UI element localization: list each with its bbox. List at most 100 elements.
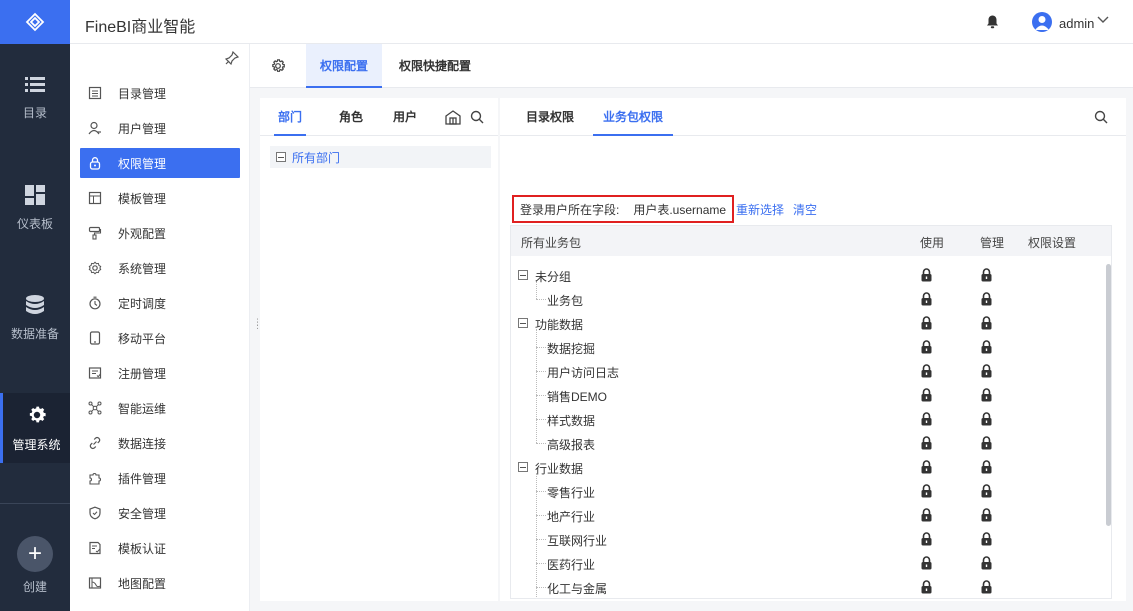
create-button[interactable]: + 创建 <box>0 536 70 595</box>
tab-business-package-permission[interactable]: 业务包权限 <box>593 98 674 136</box>
mobile-icon <box>88 331 102 345</box>
tab-permission-quick-config[interactable]: 权限快捷配置 <box>399 44 471 88</box>
department-structure-icon[interactable] <box>445 110 461 125</box>
table-header: 所有业务包 使用 管理 权限设置 <box>511 226 1111 256</box>
app-logo[interactable] <box>0 0 70 44</box>
manage-lock-icon[interactable] <box>981 436 992 453</box>
use-lock-icon[interactable] <box>921 388 932 405</box>
rail-item-data-prep[interactable]: 数据准备 <box>0 283 70 353</box>
app-title: FineBI商业智能 <box>85 19 196 36</box>
use-lock-icon[interactable] <box>921 292 932 309</box>
table-row[interactable]: 高级报表 <box>511 431 1101 455</box>
user-name[interactable]: admin <box>1059 16 1094 31</box>
manage-lock-icon[interactable] <box>981 556 992 573</box>
use-lock-icon[interactable] <box>921 412 932 429</box>
permission-panel: 目录权限 业务包权限 登录用户所在字段: 用户表.username 重新选择 清… <box>500 98 1126 601</box>
rail-item-catalog[interactable]: 目录 <box>0 63 70 133</box>
manage-lock-icon[interactable] <box>981 412 992 429</box>
use-lock-icon[interactable] <box>921 556 932 573</box>
manage-lock-icon[interactable] <box>981 316 992 333</box>
use-lock-icon[interactable] <box>921 340 932 357</box>
use-lock-icon[interactable] <box>921 460 932 477</box>
avatar[interactable] <box>1032 12 1052 32</box>
use-lock-icon[interactable] <box>921 580 932 597</box>
use-lock-icon[interactable] <box>921 484 932 501</box>
group-row[interactable]: 行业数据 <box>511 455 1101 479</box>
menu-item-12[interactable]: 插件管理 <box>80 463 240 493</box>
manage-lock-icon[interactable] <box>981 532 992 549</box>
bell-icon[interactable] <box>986 15 999 29</box>
scrollbar[interactable] <box>1106 264 1111 526</box>
group-row[interactable]: 功能数据 <box>511 311 1101 335</box>
org-panel: 部门 角色 用户 所有部门 <box>260 98 498 601</box>
collapse-icon[interactable] <box>518 462 528 472</box>
table-row[interactable]: 医药行业 <box>511 551 1101 575</box>
search-icon[interactable] <box>1094 110 1108 124</box>
menu-item-2[interactable]: 用户管理 <box>80 113 240 143</box>
collapse-icon[interactable] <box>518 318 528 328</box>
rail-item-dashboard[interactable]: 仪表板 <box>0 173 70 243</box>
table-row[interactable]: 销售DEMO <box>511 383 1101 407</box>
menu-item-11[interactable]: 数据连接 <box>80 428 240 458</box>
use-lock-icon[interactable] <box>921 532 932 549</box>
manage-lock-icon[interactable] <box>981 460 992 477</box>
manage-lock-icon[interactable] <box>981 292 992 309</box>
menu-item-label: 数据连接 <box>118 436 167 451</box>
rail-item-admin[interactable]: 管理系统 <box>0 393 70 463</box>
table-row[interactable]: 互联网行业 <box>511 527 1101 551</box>
manage-lock-icon[interactable] <box>981 484 992 501</box>
collapse-icon[interactable] <box>518 270 528 280</box>
table-row[interactable]: 样式数据 <box>511 407 1101 431</box>
menu-item-label: 用户管理 <box>118 121 167 136</box>
manage-lock-icon[interactable] <box>981 268 992 285</box>
col-permission-setting: 权限设置 <box>1028 236 1077 250</box>
menu-item-5[interactable]: 外观配置 <box>80 218 240 248</box>
use-lock-icon[interactable] <box>921 268 932 285</box>
use-lock-icon[interactable] <box>921 364 932 381</box>
manage-lock-icon[interactable] <box>981 364 992 381</box>
table-row[interactable]: 用户访问日志 <box>511 359 1101 383</box>
menu-item-6[interactable]: 系统管理 <box>80 253 240 283</box>
tab-user[interactable]: 用户 <box>393 98 417 136</box>
search-icon[interactable] <box>470 110 484 124</box>
pin-icon[interactable] <box>225 51 239 65</box>
database-icon <box>26 294 44 314</box>
menu-item-7[interactable]: 定时调度 <box>80 288 240 318</box>
manage-lock-icon[interactable] <box>981 388 992 405</box>
menu-item-13[interactable]: 安全管理 <box>80 498 240 528</box>
menu-item-15[interactable]: 地图配置 <box>80 568 240 598</box>
menu-item-8[interactable]: 移动平台 <box>80 323 240 353</box>
collapse-icon[interactable] <box>276 152 286 162</box>
table-row[interactable]: 化工与金属 <box>511 575 1101 598</box>
manage-lock-icon[interactable] <box>981 580 992 597</box>
tab-catalog-permission[interactable]: 目录权限 <box>526 98 574 136</box>
tab-department[interactable]: 部门 <box>274 98 307 136</box>
plus-icon: + <box>17 536 53 572</box>
tab-role[interactable]: 角色 <box>339 98 363 136</box>
menu-item-3[interactable]: 权限管理 <box>80 148 240 178</box>
tree-root-all-departments[interactable]: 所有部门 <box>270 146 491 168</box>
group-row[interactable]: 未分组 <box>511 263 1101 287</box>
menu-item-9[interactable]: 注册管理 <box>80 358 240 388</box>
rail-label: 仪表板 <box>16 216 53 231</box>
clear-link[interactable]: 清空 <box>793 201 817 218</box>
menu-item-14[interactable]: 模板认证 <box>80 533 240 563</box>
resize-handle[interactable]: ⋮⋮ <box>253 318 262 330</box>
tab-permission-config[interactable]: 权限配置 <box>306 44 383 88</box>
table-row[interactable]: 零售行业 <box>511 479 1101 503</box>
use-lock-icon[interactable] <box>921 508 932 525</box>
menu-item-4[interactable]: 模板管理 <box>80 183 240 213</box>
table-row[interactable]: 业务包 <box>511 287 1101 311</box>
table-row[interactable]: 地产行业 <box>511 503 1101 527</box>
menu-item-10[interactable]: 智能运维 <box>80 393 240 423</box>
menu-item-label: 智能运维 <box>118 401 167 416</box>
table-row[interactable]: 数据挖掘 <box>511 335 1101 359</box>
settings-gear-icon[interactable] <box>270 58 286 74</box>
use-lock-icon[interactable] <box>921 436 932 453</box>
use-lock-icon[interactable] <box>921 316 932 333</box>
chevron-down-icon[interactable] <box>1097 16 1109 24</box>
menu-item-1[interactable]: 目录管理 <box>80 78 240 108</box>
reselect-link[interactable]: 重新选择 <box>736 201 784 218</box>
manage-lock-icon[interactable] <box>981 340 992 357</box>
manage-lock-icon[interactable] <box>981 508 992 525</box>
